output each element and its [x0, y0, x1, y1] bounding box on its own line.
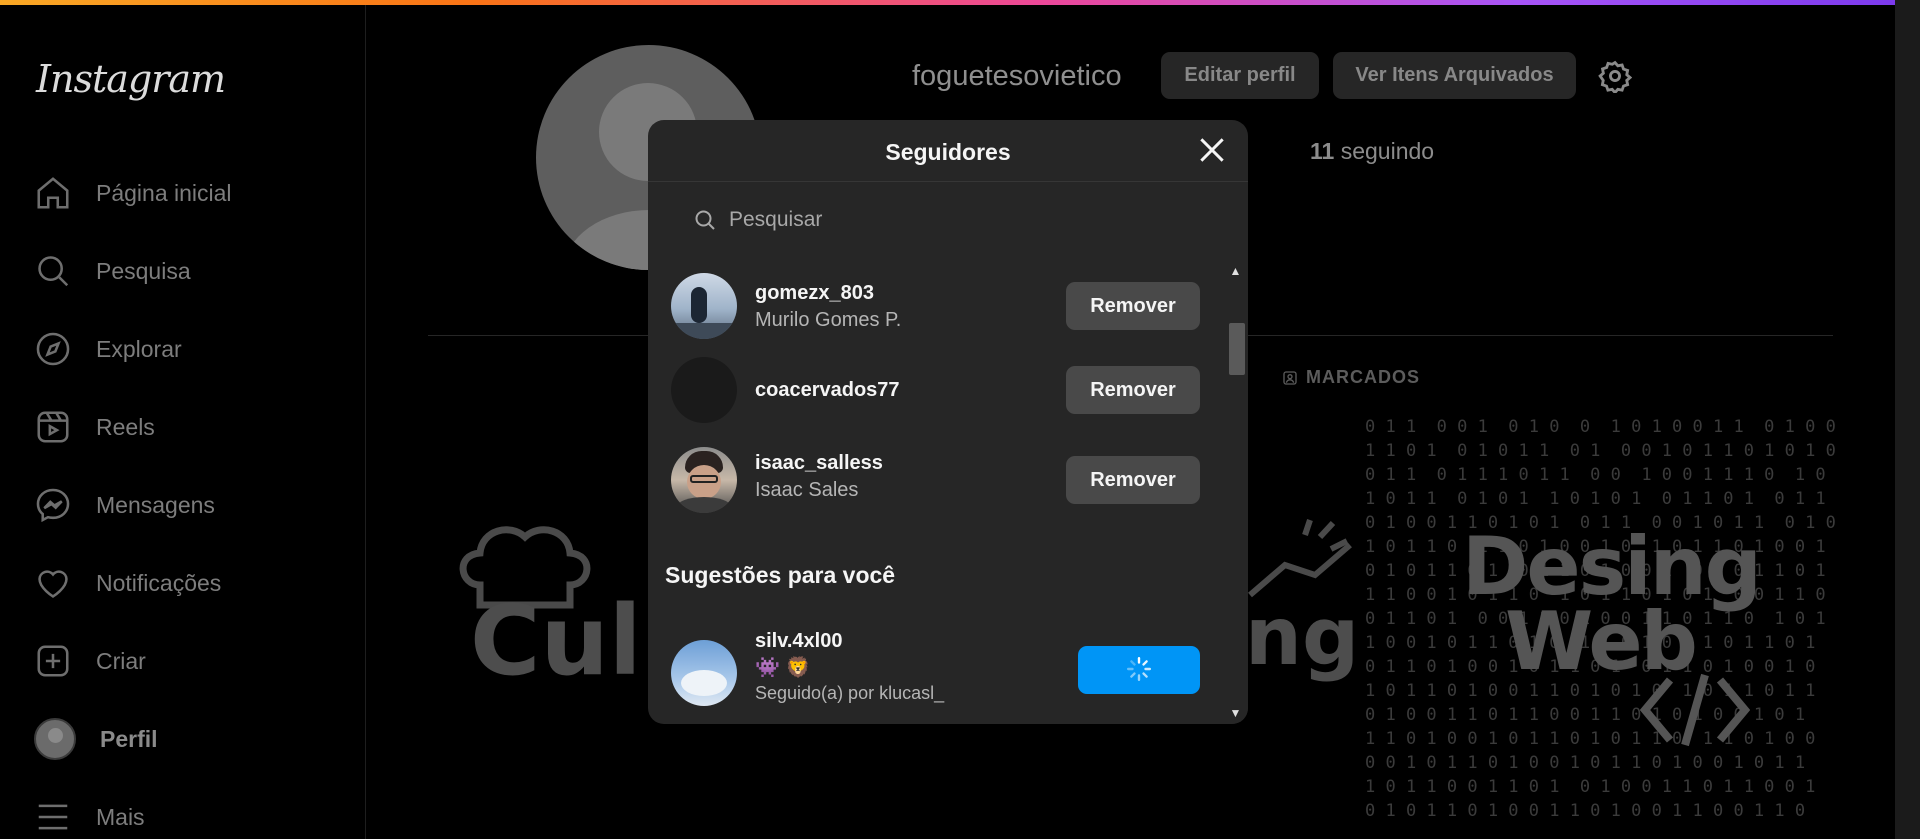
- view-archive-button[interactable]: Ver Itens Arquivados: [1333, 52, 1576, 99]
- suggestions-title: Sugestões para você: [665, 562, 896, 588]
- avatar[interactable]: [671, 357, 737, 423]
- avatar: [34, 718, 76, 760]
- gear-icon[interactable]: [1598, 59, 1632, 93]
- follow-button-loading[interactable]: [1078, 646, 1200, 694]
- avatar[interactable]: [671, 640, 737, 706]
- followers-list[interactable]: gomezx_803 Murilo Gomes P. Remover coace…: [648, 260, 1233, 724]
- sidebar-item-reels[interactable]: Reels: [34, 401, 334, 453]
- list-item[interactable]: gomezx_803 Murilo Gomes P. Remover: [648, 260, 1233, 340]
- scrollbar-thumb[interactable]: [1229, 323, 1245, 375]
- sidebar-item-messages[interactable]: Mensagens: [34, 479, 334, 531]
- sidebar-item-label: Explorar: [96, 335, 182, 362]
- post-culinary-text: Culi: [470, 585, 660, 697]
- follower-name: Murilo Gomes P.: [755, 309, 902, 331]
- home-icon: [37, 177, 69, 209]
- sidebar-item-label: Perfil: [100, 725, 158, 752]
- remove-follower-button[interactable]: Remover: [1066, 366, 1200, 414]
- suggestion-emoji: 👾 🦁: [755, 657, 811, 679]
- sidebar-item-explore[interactable]: Explorar: [34, 323, 334, 375]
- modal-title: Seguidores: [885, 139, 1011, 165]
- post-marketing[interactable]: ng: [1245, 415, 1355, 715]
- plus-square-icon: [37, 645, 69, 677]
- sidebar-item-label: Mensagens: [96, 491, 215, 518]
- menu-icon: [38, 804, 68, 830]
- sidebar-item-create[interactable]: Criar: [34, 635, 334, 687]
- sidebar-item-label: Mais: [96, 803, 145, 830]
- search-bar[interactable]: [693, 202, 1193, 238]
- avatar[interactable]: [671, 273, 737, 339]
- search-input[interactable]: [729, 208, 1169, 232]
- instagram-logo[interactable]: Instagram: [36, 57, 226, 101]
- following-number: 11: [1310, 138, 1335, 164]
- modal-scrollbar[interactable]: ▲ ▼: [1223, 260, 1248, 724]
- close-icon[interactable]: [1196, 134, 1228, 166]
- tag-user-icon: [1283, 370, 1297, 385]
- modal-header: Seguidores: [648, 120, 1248, 182]
- search-icon: [38, 256, 69, 287]
- following-count[interactable]: 11 seguindo: [1310, 138, 1434, 165]
- scroll-up-arrow-icon[interactable]: ▲: [1223, 260, 1248, 282]
- sidebar-item-label: Reels: [96, 413, 155, 440]
- sidebar-item-label: Notificações: [96, 569, 222, 596]
- post-culinary[interactable]: Culi: [430, 415, 660, 715]
- scroll-down-arrow-icon[interactable]: ▼: [1223, 702, 1248, 724]
- list-item[interactable]: isaac_salless Isaac Sales Remover: [648, 440, 1233, 520]
- follower-username[interactable]: coacervados77: [755, 379, 900, 402]
- edit-profile-button[interactable]: Editar perfil: [1161, 52, 1319, 99]
- search-icon: [695, 210, 715, 230]
- profile-username: foguetesovietico: [912, 60, 1122, 92]
- code-brackets-icon: [1640, 673, 1750, 747]
- tab-tagged[interactable]: MARCADOS: [1282, 367, 1420, 388]
- page-viewport: Instagram Página inicial Pesquisa Explor…: [0, 5, 1895, 839]
- sidebar-item-notifications[interactable]: Notificações: [34, 557, 334, 609]
- sidebar-item-search[interactable]: Pesquisa: [34, 245, 334, 297]
- compass-icon: [36, 332, 70, 366]
- sidebar-item-profile[interactable]: Perfil: [34, 713, 334, 765]
- followers-modal: Seguidores gomezx_803 Murilo Gomes P. Re…: [648, 120, 1248, 724]
- sidebar-item-home[interactable]: Página inicial: [34, 167, 334, 219]
- sidebar-item-more[interactable]: Mais: [34, 791, 334, 839]
- post-marketing-text: ng: [1245, 590, 1355, 683]
- sidebar-item-label: Pesquisa: [96, 257, 191, 284]
- sidebar: Instagram Página inicial Pesquisa Explor…: [0, 5, 366, 839]
- follower-name: Isaac Sales: [755, 479, 859, 501]
- heart-icon: [38, 570, 68, 598]
- remove-follower-button[interactable]: Remover: [1066, 282, 1200, 330]
- reels-icon: [37, 411, 69, 443]
- sidebar-item-label: Página inicial: [96, 179, 232, 206]
- avatar[interactable]: [671, 447, 737, 513]
- suggestion-followed-by: Seguido(a) por klucasl_: [755, 683, 945, 703]
- remove-follower-button[interactable]: Remover: [1066, 456, 1200, 504]
- loading-spinner-icon: [1126, 656, 1152, 681]
- suggestion-item[interactable]: silv.4xl00 👾 🦁 Seguido(a) por klucasl_: [648, 620, 1233, 724]
- messenger-icon: [36, 488, 70, 523]
- follower-username[interactable]: gomezx_803: [755, 282, 874, 305]
- follower-username[interactable]: isaac_salless: [755, 452, 883, 475]
- suggestion-username[interactable]: silv.4xl00: [755, 630, 842, 653]
- list-item[interactable]: coacervados77 Remover: [648, 350, 1233, 430]
- tab-tagged-label: MARCADOS: [1306, 367, 1420, 387]
- page-scrollbar[interactable]: [1895, 0, 1920, 839]
- following-label: seguindo: [1340, 138, 1435, 164]
- sidebar-item-label: Criar: [96, 647, 146, 674]
